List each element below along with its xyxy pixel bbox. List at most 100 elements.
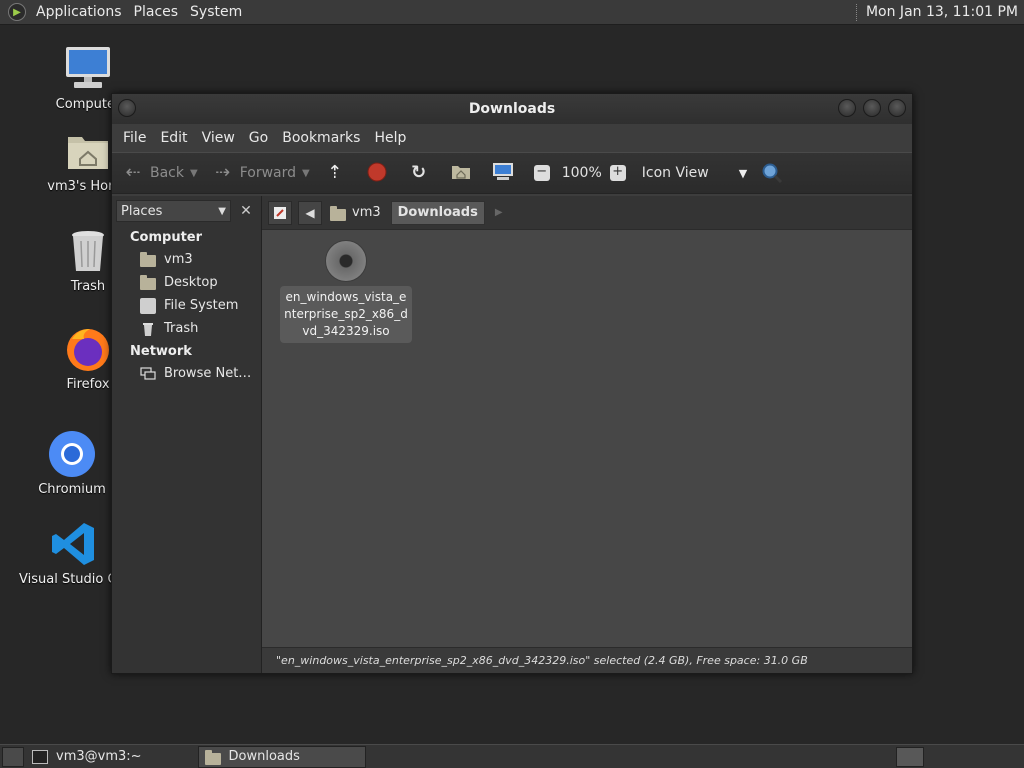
- sidebar-item-label: vm3: [164, 252, 193, 267]
- file-area[interactable]: en_windows_vista_enterprise_sp2_x86_dvd_…: [262, 230, 912, 647]
- reload-icon: ↻: [411, 162, 427, 183]
- computer-icon: [64, 45, 112, 93]
- window-title: Downloads: [468, 101, 556, 117]
- workspace-switcher[interactable]: [896, 746, 924, 767]
- menu-file[interactable]: File: [116, 130, 153, 146]
- sidebar-section-computer: Computer: [130, 230, 203, 245]
- zoom-level[interactable]: 100%: [562, 165, 602, 181]
- applications-menu[interactable]: Applications: [30, 4, 128, 20]
- sidebar-item-desktop[interactable]: Desktop: [112, 271, 261, 294]
- home-folder-icon: [330, 205, 346, 221]
- up-button[interactable]: ⇡: [324, 162, 352, 184]
- toolbar: ⇠ Back ▼ ⇢ Forward ▼ ⇡ ↻ − 100% + Icon V…: [112, 152, 912, 194]
- desktop-icon-label: Firefox: [66, 377, 110, 392]
- breadcrumb-vm3[interactable]: vm3: [324, 201, 387, 225]
- sidebar-item-label: Desktop: [164, 275, 218, 290]
- home-button[interactable]: [450, 162, 478, 184]
- status-bar: "en_windows_vista_enterprise_sp2_x86_dvd…: [262, 647, 912, 673]
- menubar: File Edit View Go Bookmarks Help: [112, 124, 912, 152]
- main-pane: ◀ vm3 Downloads ▶ en_windows_vista_enter…: [262, 196, 912, 673]
- up-arrow-icon: ⇡: [327, 162, 343, 183]
- sidebar-item-label: File System: [164, 298, 239, 313]
- edit-icon: [274, 206, 286, 219]
- sidebar-item-label: Trash: [164, 321, 199, 336]
- chevron-down-icon: ▼: [738, 166, 748, 180]
- zoom-in-button[interactable]: +: [609, 165, 632, 181]
- breadcrumb-scroll-left-button[interactable]: ◀: [298, 200, 322, 225]
- close-button[interactable]: [888, 99, 906, 117]
- forward-button[interactable]: ⇢ Forward ▼: [212, 162, 310, 184]
- breadcrumb-label: vm3: [352, 205, 381, 220]
- zoom-out-button[interactable]: −: [533, 165, 556, 181]
- maximize-button[interactable]: [863, 99, 881, 117]
- sidebar-item-trash[interactable]: Trash: [112, 317, 261, 340]
- file-manager-window: Downloads File Edit View Go Bookmarks He…: [111, 93, 913, 674]
- network-icon: [140, 366, 156, 382]
- breadcrumb-scroll-right-icon[interactable]: ▶: [495, 207, 503, 218]
- show-desktop-button[interactable]: [2, 746, 24, 767]
- vscode-icon: [50, 520, 98, 568]
- sidebar-close-icon[interactable]: ✕: [235, 200, 257, 222]
- sidebar-item-vm3[interactable]: vm3: [112, 248, 261, 271]
- search-button[interactable]: [761, 162, 789, 184]
- minimize-button[interactable]: [838, 99, 856, 117]
- task-downloads[interactable]: Downloads: [197, 745, 366, 768]
- forward-dropdown-icon[interactable]: ▼: [302, 168, 310, 179]
- home-folder-icon: [140, 251, 156, 268]
- stop-button[interactable]: [366, 162, 394, 184]
- zoom-in-icon: +: [609, 165, 626, 181]
- menu-edit[interactable]: Edit: [153, 130, 194, 146]
- menu-bookmarks[interactable]: Bookmarks: [275, 130, 367, 146]
- chromium-icon: [48, 430, 96, 478]
- panel-separator: [855, 3, 858, 21]
- reload-button[interactable]: ↻: [408, 162, 436, 184]
- sidebar-section-network: Network: [130, 344, 192, 359]
- view-mode-select[interactable]: Icon View ▼: [642, 165, 747, 181]
- toggle-location-entry-button[interactable]: [268, 200, 292, 225]
- trash-icon: [64, 227, 112, 275]
- sidebar-item-file-system[interactable]: File System: [112, 294, 261, 317]
- stop-icon: [366, 162, 388, 184]
- applications-logo-icon[interactable]: ▶: [8, 3, 26, 21]
- drive-icon: [140, 297, 156, 314]
- desktop-folder-icon: [140, 274, 156, 291]
- task-label: Downloads: [228, 749, 300, 764]
- folder-icon: [204, 749, 221, 765]
- back-button[interactable]: ⇠ Back ▼: [122, 162, 198, 184]
- sidebar-item-browse-network[interactable]: Browse Net…: [112, 362, 261, 385]
- content-row: Places ▼ ✕ Computer vm3 Desktop File Sys…: [112, 196, 912, 673]
- trash-icon: [140, 321, 156, 337]
- disc-image-icon: [325, 240, 367, 282]
- chevron-down-icon: ▼: [218, 205, 226, 217]
- home-icon: [450, 162, 472, 184]
- firefox-icon: [64, 325, 112, 373]
- menu-view[interactable]: View: [195, 130, 242, 146]
- terminal-icon: [32, 749, 48, 764]
- location-bar: ◀ vm3 Downloads ▶: [262, 196, 912, 230]
- home-folder-icon: [64, 127, 112, 175]
- menu-go[interactable]: Go: [242, 130, 275, 146]
- window-titlebar[interactable]: Downloads: [112, 94, 912, 124]
- taskbar: vm3@vm3:~ Downloads: [0, 744, 1024, 768]
- back-dropdown-icon[interactable]: ▼: [190, 168, 198, 179]
- computer-button[interactable]: [492, 162, 520, 184]
- forward-label: Forward: [239, 165, 297, 181]
- sidebar-item-label: Browse Net…: [164, 366, 252, 381]
- back-arrow-icon: ⇠: [125, 162, 141, 183]
- file-item[interactable]: en_windows_vista_enterprise_sp2_x86_dvd_…: [280, 240, 412, 343]
- top-panel: ▶ Applications Places System Mon Jan 13,…: [0, 0, 1024, 25]
- menu-help[interactable]: Help: [367, 130, 413, 146]
- places-menu[interactable]: Places: [128, 4, 185, 20]
- task-terminal[interactable]: vm3@vm3:~: [26, 746, 148, 768]
- breadcrumb-downloads[interactable]: Downloads: [390, 200, 485, 225]
- search-icon: [761, 162, 783, 184]
- clock[interactable]: Mon Jan 13, 11:01 PM: [866, 4, 1024, 20]
- file-name: en_windows_vista_enterprise_sp2_x86_dvd_…: [280, 286, 412, 343]
- system-menu[interactable]: System: [184, 4, 248, 20]
- zoom-out-icon: −: [533, 165, 550, 181]
- sidebar-selector[interactable]: Places ▼: [116, 200, 231, 222]
- forward-arrow-icon: ⇢: [215, 162, 231, 183]
- computer-icon: [492, 162, 514, 184]
- window-menu-button[interactable]: [118, 99, 136, 117]
- back-label: Back: [150, 165, 184, 181]
